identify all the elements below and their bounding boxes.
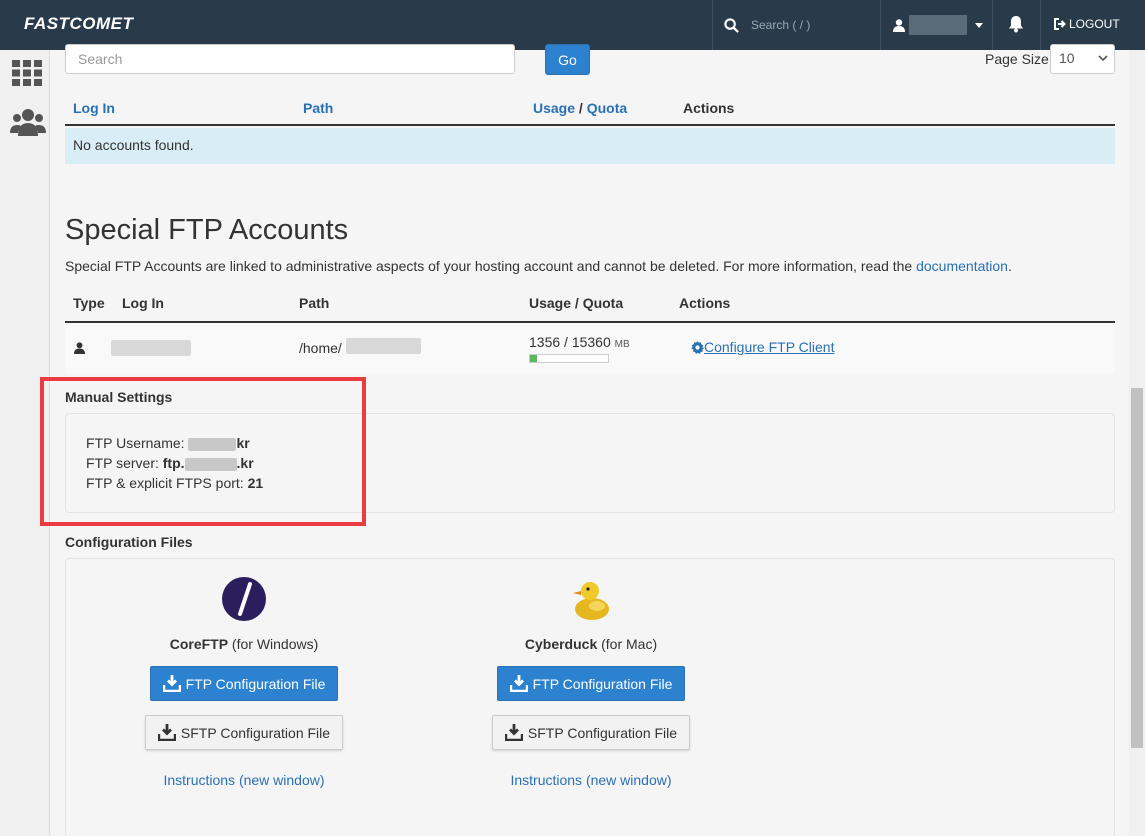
download-icon [504,724,523,741]
search-icon [724,17,739,33]
logout-button[interactable]: LOGOUT [1054,17,1120,31]
actions-header: Actions [679,295,731,311]
download-icon [162,675,181,692]
highlight-box [40,377,366,526]
page-scrollbar[interactable] [1129,50,1145,836]
cyberduck-ftp-config-button[interactable]: FTP Configuration File [496,666,686,701]
header-separator: / [575,100,587,116]
redacted-username [909,15,967,35]
go-button[interactable]: Go [545,44,590,75]
configuration-files-panel: CoreFTP (for Windows) FTP Configuration … [65,558,1115,836]
usage-text: 1356 / 15360 [529,334,611,350]
logout-icon [1054,18,1066,30]
bell-icon[interactable] [1008,15,1024,33]
sort-login[interactable]: Log In [73,100,115,116]
special-accounts-table-header: Type Log In Path Usage / Quota Actions [65,293,1115,323]
chevron-down-icon [1098,55,1108,62]
cyberduck-name: Cyberduck (for Mac) [471,636,711,652]
documentation-link[interactable]: documentation [916,258,1008,274]
page-size-select[interactable]: 10 [1050,44,1115,74]
navbar-divider [1040,0,1041,50]
coreftp-sftp-config-label: SFTP Configuration File [180,724,331,741]
cyberduck-ftp-config-label: FTP Configuration File [532,675,673,692]
sort-path[interactable]: Path [303,100,333,116]
coreftp-platform: (for Windows) [228,636,319,652]
cyberduck-sftp-config-label: SFTP Configuration File [527,724,678,741]
user-menu[interactable] [881,0,991,50]
cyberduck-logo-icon [573,582,609,620]
sort-quota[interactable]: Quota [587,100,627,116]
sort-usage[interactable]: Usage [533,100,575,116]
configure-ftp-client-link[interactable]: Configure FTP Client [691,339,834,355]
coreftp-ftp-config-label: FTP Configuration File [185,675,326,692]
actions-header: Actions [683,100,735,116]
path-header: Path [299,295,330,311]
apps-grid-icon[interactable] [12,60,42,86]
download-icon [509,675,528,692]
usage-quota-header: Usage / Quota [529,295,624,311]
brand-logo[interactable]: FASTCOMET [24,14,133,34]
coreftp-title: CoreFTP [169,636,229,652]
login-header: Log In [122,295,164,311]
table-row: /home/ 1356 / 15360 MB Configure FTP Cli… [65,323,1115,373]
special-ftp-title: Special FTP Accounts [65,214,349,246]
account-search-placeholder: Search [78,51,123,67]
redacted-path [346,338,421,354]
special-ftp-description: Special FTP Accounts are linked to admin… [65,258,1012,274]
chevron-down-icon [975,22,983,28]
user-icon [893,18,905,32]
usage-value: 1356 / 15360 MB [529,334,630,350]
cyberduck-sftp-config-button[interactable]: SFTP Configuration File [491,715,691,750]
page-size-label: Page Size [985,51,1049,67]
coreftp-logo-icon [222,577,266,621]
account-search-input[interactable]: Search [65,44,515,74]
page-size-value: 10 [1059,50,1075,66]
coreftp-client: CoreFTP (for Windows) FTP Configuration … [124,575,364,788]
cyberduck-instructions-link[interactable]: Instructions (new window) [471,772,711,788]
configure-ftp-client-label: Configure FTP Client [704,339,835,355]
ftp-accounts-table-header: Log In Path Usage / Quota Actions [65,98,1115,126]
usage-unit: MB [614,339,630,350]
cyberduck-client: Cyberduck (for Mac) FTP Configuration Fi… [471,575,711,788]
cyberduck-platform: (for Mac) [597,636,658,652]
gear-icon [691,340,704,354]
global-search[interactable]: Search ( / ) [724,0,879,50]
navbar-divider [712,0,713,50]
no-accounts-message: No accounts found. [65,128,1115,164]
special-ftp-description-text: Special FTP Accounts are linked to admin… [65,258,917,274]
logout-label: LOGOUT [1069,17,1120,31]
scrollbar-thumb[interactable] [1131,388,1143,748]
coreftp-ftp-config-button[interactable]: FTP Configuration File [149,666,339,701]
users-icon[interactable] [10,108,46,136]
coreftp-name: CoreFTP (for Windows) [124,636,364,652]
cyberduck-title: Cyberduck [524,636,598,652]
configuration-files-heading: Configuration Files [65,534,193,550]
account-path: /home/ [299,340,342,356]
type-header: Type [73,295,105,311]
navbar-divider [992,0,993,50]
global-search-placeholder: Search ( / ) [751,18,811,32]
download-icon [157,724,176,741]
redacted-login [111,340,191,356]
user-icon [74,342,85,354]
coreftp-instructions-link[interactable]: Instructions (new window) [124,772,364,788]
top-navbar: FASTCOMET Search ( / ) LOGOUT [0,0,1145,50]
description-period: . [1007,258,1012,274]
usage-progress-fill [530,355,537,362]
usage-quota-header: Usage / Quota [533,100,627,116]
coreftp-sftp-config-button[interactable]: SFTP Configuration File [144,715,344,750]
usage-progress-bar [529,354,609,363]
